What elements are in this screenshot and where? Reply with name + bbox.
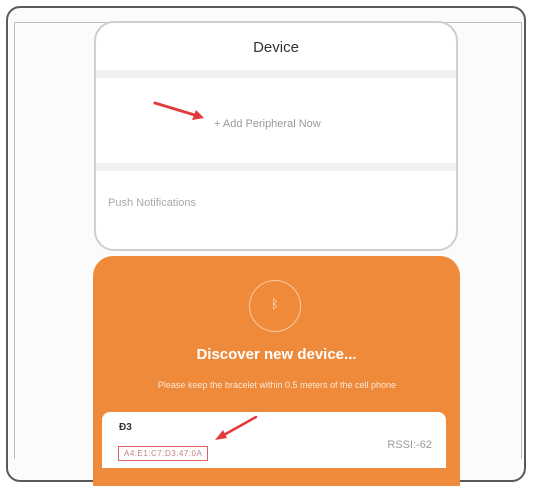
device-title: Device: [253, 39, 299, 56]
discover-hint: Please keep the bracelet within 0.5 mete…: [157, 380, 397, 390]
discover-title: Discover new device...: [196, 346, 357, 363]
found-device-row[interactable]: Đ3 A4:E1:C7:D3:47:0A RSSI:-62: [102, 412, 446, 468]
annotation-arrow-icon: [215, 415, 258, 440]
device-screen: Device + Add Peripheral Now Push Notific…: [94, 21, 458, 251]
push-notifications-item[interactable]: Push Notifications: [108, 197, 196, 209]
annotation-arrow-icon: [153, 101, 204, 120]
section-divider: [96, 163, 456, 171]
device-name: Đ3: [119, 422, 132, 433]
device-mac-address: A4:E1:C7:D3:47:0A: [118, 446, 209, 461]
bluetooth-scan-circle: ᛒ: [249, 280, 301, 332]
bluetooth-icon: ᛒ: [271, 297, 279, 311]
device-rssi: RSSI:-62: [387, 439, 432, 451]
add-peripheral-button[interactable]: + Add Peripheral Now: [214, 118, 321, 130]
section-divider: [96, 70, 456, 78]
